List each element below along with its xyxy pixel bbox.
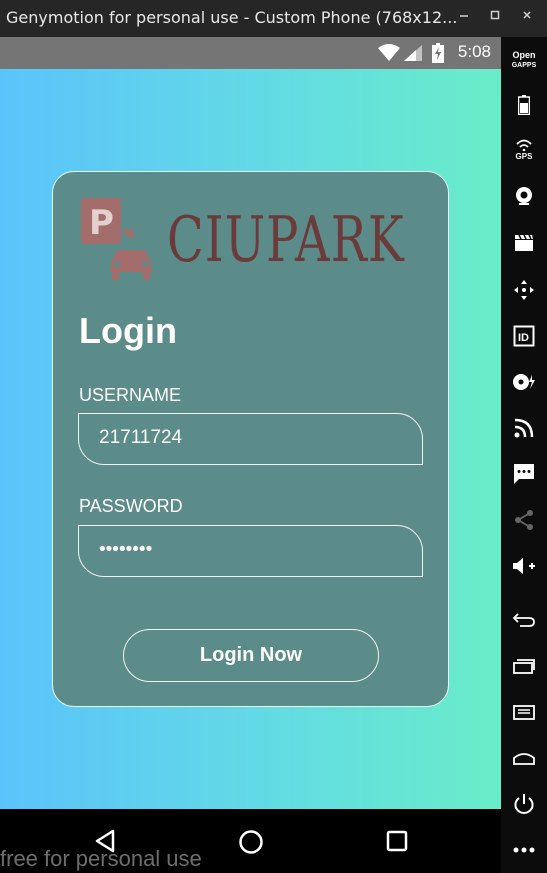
window-titlebar: Genymotion for personal use - Custom Pho… (0, 0, 547, 37)
home-nav-icon[interactable] (501, 740, 547, 776)
back-nav-icon[interactable] (501, 602, 547, 638)
logo-text: CIUPARK (167, 204, 405, 277)
battery-icon (432, 43, 444, 63)
username-field[interactable]: 21711724 (78, 413, 423, 465)
share-icon[interactable] (501, 502, 547, 538)
app-logo: P CIUPARK (79, 196, 404, 288)
close-icon[interactable] (516, 7, 538, 29)
svg-text:ID: ID (518, 332, 529, 344)
recents-nav-icon[interactable] (501, 648, 547, 684)
cast-icon[interactable] (501, 410, 547, 446)
open-gapps-icon[interactable]: Open GAPPS (501, 51, 547, 73)
page-title: Login (79, 310, 177, 351)
minimize-icon[interactable] (453, 7, 475, 29)
disk-icon[interactable] (501, 364, 547, 400)
svg-text:P: P (89, 203, 114, 243)
open-gapps-label-1: Open (512, 50, 536, 60)
volume-up-icon[interactable] (501, 548, 547, 584)
power-icon[interactable] (501, 786, 547, 822)
maximize-icon[interactable] (484, 7, 506, 29)
sms-icon[interactable] (501, 456, 547, 492)
password-field[interactable]: •••••••• (78, 525, 423, 577)
login-card: P CIUPARK Login USERNAME 21711724 PASSWO… (52, 171, 449, 707)
more-icon[interactable] (501, 832, 547, 868)
status-time: 5:08 (457, 42, 491, 61)
gps-label: GPS (515, 152, 533, 161)
battery-icon[interactable] (501, 87, 547, 123)
app-background: P CIUPARK Login USERNAME 21711724 PASSWO… (0, 69, 501, 809)
wifi-icon (378, 44, 400, 61)
webcam-icon[interactable] (501, 178, 547, 214)
watermark-text: free for personal use (0, 846, 202, 871)
gps-icon[interactable]: GPS (501, 139, 547, 163)
password-label: PASSWORD (79, 496, 183, 516)
dpad-icon[interactable] (501, 272, 547, 308)
identifier-icon[interactable]: ID (501, 318, 547, 354)
parking-logo-icon: P (81, 198, 152, 280)
menu-icon[interactable] (501, 694, 547, 730)
clapper-icon[interactable] (501, 225, 547, 261)
signal-icon (404, 45, 422, 61)
login-button[interactable]: Login Now (123, 629, 379, 682)
open-gapps-label-2: GAPPS (511, 62, 537, 69)
status-bar: 5:08 (0, 37, 501, 69)
phone-screen: 5:08 P CIUPARK Login USERNAME 21711724 P… (0, 37, 501, 873)
window-title: Genymotion for personal use - Custom Pho… (6, 8, 458, 27)
home-icon[interactable] (238, 829, 264, 855)
recents-icon[interactable] (386, 830, 408, 852)
emulator-toolbar: Open GAPPS GPS ID (501, 37, 547, 873)
username-label: USERNAME (79, 385, 182, 405)
